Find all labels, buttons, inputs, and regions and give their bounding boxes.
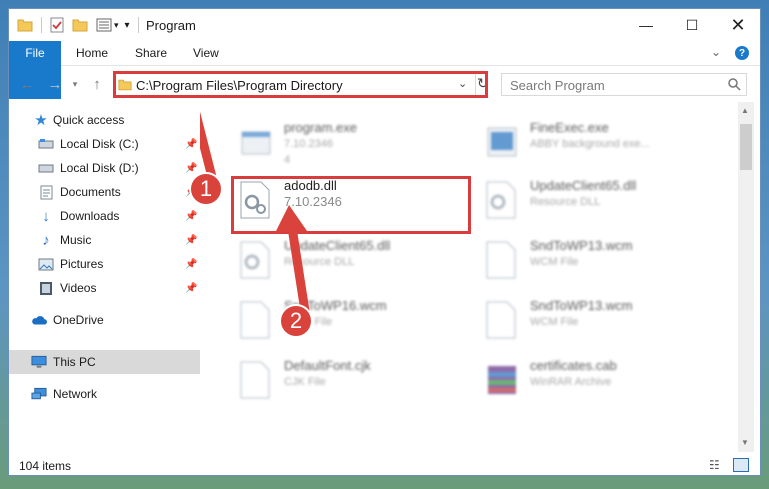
navigation-pane: ★ Quick access Local Disk (C:) 📌 Local D… xyxy=(9,102,200,452)
nav-label: Downloads xyxy=(60,209,120,223)
quick-access-toolbar: ▾ ▾ xyxy=(17,15,147,35)
new-folder-icon[interactable] xyxy=(72,18,88,32)
nav-item-downloads[interactable]: ↓ Downloads 📌 xyxy=(9,204,200,228)
customize-toolbar-icon[interactable]: ▾ xyxy=(125,20,130,31)
pin-icon[interactable]: 📌 xyxy=(185,163,197,174)
close-button[interactable]: ✕ xyxy=(715,9,760,41)
nav-item-videos[interactable]: Videos 📌 xyxy=(9,276,200,300)
tab-home[interactable]: Home xyxy=(76,41,108,65)
nav-item-local-disk-d[interactable]: Local Disk (D:) 📌 xyxy=(9,156,200,180)
nav-label: Videos xyxy=(60,281,97,295)
maximize-button[interactable]: ☐ xyxy=(669,9,715,41)
explorer-window: ▾ ▾ Program — ☐ ✕ File Home Share View ⌄… xyxy=(8,8,761,476)
status-bar: 104 items ☷ xyxy=(9,455,760,475)
nav-label: This PC xyxy=(53,355,96,369)
documents-icon xyxy=(38,184,54,200)
pin-icon[interactable]: 📌 xyxy=(185,139,197,150)
videos-icon xyxy=(38,280,54,296)
tab-share[interactable]: Share xyxy=(135,41,167,65)
nav-item-onedrive[interactable]: OneDrive xyxy=(9,308,200,332)
nav-label: Pictures xyxy=(60,257,104,271)
nav-item-pictures[interactable]: Pictures 📌 xyxy=(9,252,200,276)
pin-icon[interactable]: 📌 xyxy=(185,283,197,294)
pin-icon[interactable]: 📌 xyxy=(185,259,197,270)
file-list: program.exe 7.10.2346 4 FineExec.exe ABB… xyxy=(200,102,738,452)
folder-icon[interactable] xyxy=(17,18,33,32)
step-1-badge: 1 xyxy=(189,172,223,206)
nav-label: Documents xyxy=(60,185,121,199)
star-icon: ★ xyxy=(34,112,48,129)
nav-label: Music xyxy=(60,233,92,247)
search-input[interactable]: Search Program xyxy=(501,73,747,96)
nav-label: Quick access xyxy=(53,113,125,127)
view-options-icon[interactable] xyxy=(96,18,112,32)
computer-icon xyxy=(31,354,47,370)
nav-label: OneDrive xyxy=(53,313,104,327)
title-bar: ▾ ▾ Program — ☐ ✕ xyxy=(9,9,760,41)
help-icon[interactable]: ? xyxy=(735,46,749,60)
scroll-down-icon[interactable]: ▼ xyxy=(741,438,749,447)
up-button[interactable]: ↑ xyxy=(87,74,107,94)
search-icon xyxy=(728,78,741,91)
scroll-up-icon[interactable]: ▲ xyxy=(741,106,749,115)
music-icon: ♪ xyxy=(42,231,50,249)
drive-icon xyxy=(38,160,54,176)
nav-label: Network xyxy=(53,387,98,401)
drive-icon xyxy=(38,136,54,152)
pin-icon[interactable]: 📌 xyxy=(185,235,197,246)
nav-item-quick-access[interactable]: ★ Quick access xyxy=(9,108,200,132)
details-view-icon[interactable]: ☷ xyxy=(709,458,720,472)
nav-item-local-disk-c[interactable]: Local Disk (C:) 📌 xyxy=(9,132,200,156)
nav-label: Local Disk (C:) xyxy=(60,137,139,151)
arrow-2-shaft xyxy=(286,216,310,316)
nav-item-this-pc[interactable]: This PC xyxy=(9,350,200,374)
nav-item-network[interactable]: Network xyxy=(9,382,200,406)
scroll-thumb[interactable] xyxy=(740,124,752,170)
ribbon-tabs: File Home Share View ⌄ ? xyxy=(9,41,760,99)
arrow-2-head xyxy=(275,205,307,233)
minimize-button[interactable]: — xyxy=(623,9,669,41)
cloud-icon xyxy=(31,312,47,328)
expand-ribbon-icon[interactable]: ⌄ xyxy=(711,45,721,59)
forward-button[interactable]: → xyxy=(45,74,65,94)
tab-view[interactable]: View xyxy=(193,41,219,65)
nav-item-music[interactable]: ♪ Music 📌 xyxy=(9,228,200,252)
recent-locations-icon[interactable]: ▾ xyxy=(65,74,85,94)
pin-icon[interactable]: 📌 xyxy=(185,211,197,222)
vertical-scrollbar[interactable]: ▲ ▼ xyxy=(738,102,754,452)
item-count: 104 items xyxy=(19,459,72,473)
download-icon: ↓ xyxy=(42,207,50,225)
nav-item-documents[interactable]: Documents 📌 xyxy=(9,180,200,204)
nav-label: Local Disk (D:) xyxy=(60,161,139,175)
back-button[interactable]: ← xyxy=(17,74,37,94)
window-title: Program xyxy=(146,18,196,33)
highlight-address-box xyxy=(113,71,488,98)
network-icon xyxy=(31,386,47,402)
properties-icon[interactable] xyxy=(50,17,64,33)
address-row: ← → ▾ ↑ C:\Program Files\Program Directo… xyxy=(9,66,760,102)
search-placeholder: Search Program xyxy=(510,78,605,93)
annotation-arrows xyxy=(200,111,310,316)
large-icons-view-icon[interactable] xyxy=(733,458,749,472)
pictures-icon xyxy=(38,256,54,272)
chevron-down-icon[interactable]: ▾ xyxy=(114,20,119,31)
step-2-badge: 2 xyxy=(279,304,313,338)
